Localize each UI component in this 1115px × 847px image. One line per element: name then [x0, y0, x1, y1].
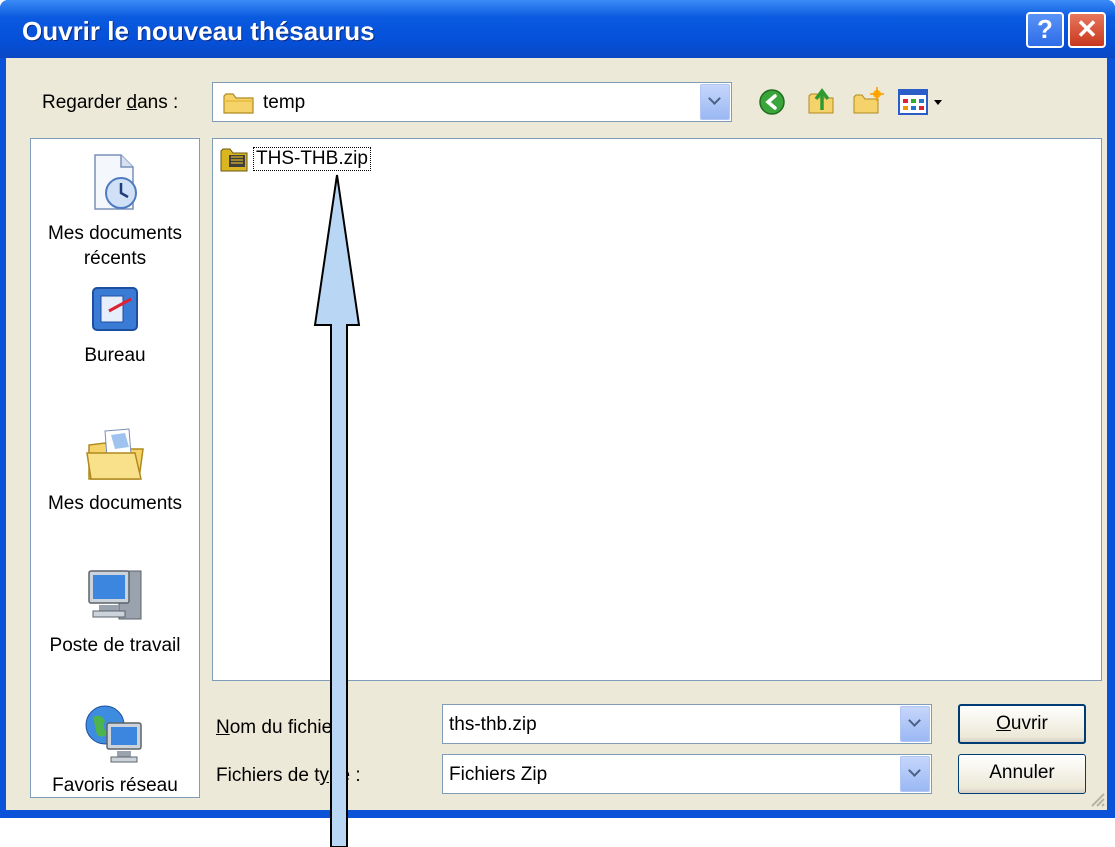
annotation-arrow: [313, 174, 361, 847]
